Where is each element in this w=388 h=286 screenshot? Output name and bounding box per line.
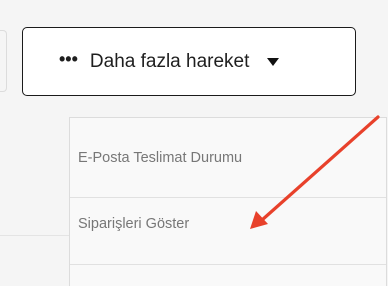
caret-down-icon: [267, 57, 280, 66]
more-actions-label: Daha fazla hareket: [89, 50, 250, 72]
more-actions-button[interactable]: ••• Daha fazla hareket: [22, 27, 356, 96]
background-divider: [0, 235, 69, 236]
menu-item-email-delivery-status[interactable]: E-Posta Teslimat Durumu: [70, 150, 386, 190]
more-actions-menu: E-Posta Teslimat Durumu Siparişleri Göst…: [69, 117, 387, 286]
menu-divider: [70, 264, 386, 265]
menu-item-show-orders[interactable]: Siparişleri Göster: [70, 216, 386, 256]
more-dots-icon: •••: [59, 49, 78, 69]
partial-button-edge[interactable]: [0, 30, 7, 92]
page: ••• Daha fazla hareket E-Posta Teslimat …: [0, 0, 388, 286]
menu-divider: [70, 197, 386, 198]
